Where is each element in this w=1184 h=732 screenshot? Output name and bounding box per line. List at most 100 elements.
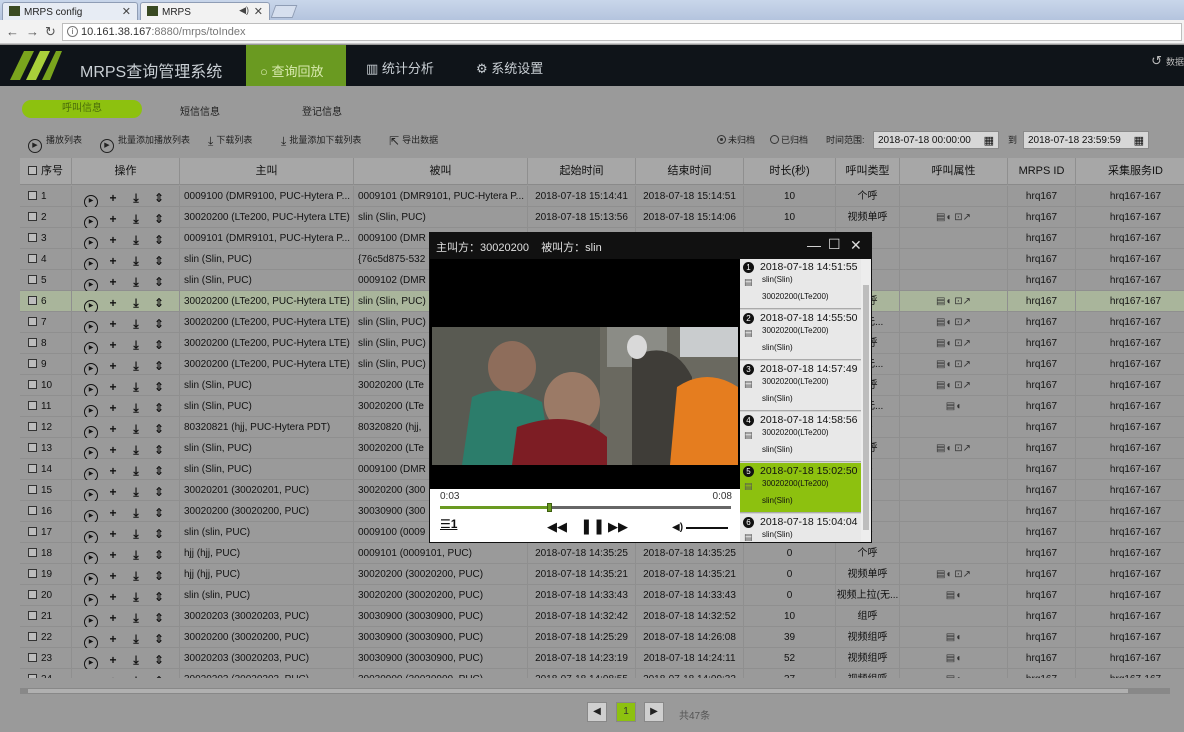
add-icon[interactable]: +	[105, 464, 121, 478]
play-icon[interactable]: ▶	[84, 636, 98, 648]
download-icon[interactable]: ⤓	[128, 380, 144, 394]
menu-settings[interactable]: ⚙ 系统设置	[476, 58, 543, 77]
calendar-icon[interactable]: ▦	[1134, 134, 1144, 147]
prev-page-button[interactable]: ◀	[587, 702, 607, 722]
expand-icon[interactable]: ⇕	[151, 632, 167, 646]
play-icon[interactable]: ▶	[84, 594, 98, 606]
play-icon[interactable]: ▶	[84, 321, 98, 333]
download-icon[interactable]: ⤓	[128, 527, 144, 541]
expand-icon[interactable]: ⇕	[151, 443, 167, 457]
row-checkbox[interactable]	[28, 674, 37, 678]
row-checkbox[interactable]	[28, 527, 37, 536]
expand-icon[interactable]: ⇕	[151, 191, 167, 205]
volume-icon[interactable]: ◀)	[672, 522, 683, 533]
maximize-icon[interactable]: ☐	[828, 236, 841, 253]
row-checkbox[interactable]	[28, 296, 37, 305]
table-row[interactable]: 18 ▶ + ⤓ ⇕ hjj (hjj, PUC) 0009101 (0009101, PU…	[20, 543, 1184, 564]
play-icon[interactable]: ▶	[84, 237, 98, 249]
fast-forward-icon[interactable]: ▶▶	[608, 519, 628, 535]
table-row[interactable]: 2 ▶ + ⤓ ⇕ 30020200 (LTe200, PUC-Hytera LTE) sl…	[20, 207, 1184, 228]
data-sync-button[interactable]: ↺ 数据	[1151, 53, 1184, 69]
play-icon[interactable]: ▶	[84, 342, 98, 354]
download-icon[interactable]: ⤓	[128, 569, 144, 583]
add-icon[interactable]: +	[105, 191, 121, 205]
download-icon[interactable]: ⤓	[128, 653, 144, 667]
play-icon[interactable]: ▶	[84, 258, 98, 270]
expand-icon[interactable]: ⇕	[151, 590, 167, 604]
table-row[interactable]: 19 ▶ + ⤓ ⇕ hjj (hjj, PUC) 30020200 (30020200, …	[20, 564, 1184, 585]
play-icon[interactable]: ▶	[84, 384, 98, 396]
column-header[interactable]: 呼叫属性	[900, 158, 1008, 185]
expand-icon[interactable]: ⇕	[151, 485, 167, 499]
row-checkbox[interactable]	[28, 275, 37, 284]
url-input[interactable]: i 10.161.38.167:8880/mrps/toIndex	[62, 23, 1182, 41]
radio-unarchived[interactable]: 未归档	[717, 133, 755, 146]
info-icon[interactable]: i	[67, 26, 78, 37]
table-row[interactable]: 20 ▶ + ⤓ ⇕ slin (slin, PUC) 30020200 (30020200…	[20, 585, 1184, 606]
add-icon[interactable]: +	[105, 359, 121, 373]
row-checkbox[interactable]	[28, 380, 37, 389]
download-icon[interactable]: ⤓	[128, 317, 144, 331]
add-icon[interactable]: +	[105, 212, 121, 226]
row-checkbox[interactable]	[28, 569, 37, 578]
row-checkbox[interactable]	[28, 401, 37, 410]
close-icon[interactable]: ✕	[850, 237, 862, 254]
page-button[interactable]: 1	[616, 702, 636, 722]
play-icon[interactable]: ▶	[84, 510, 98, 522]
column-header[interactable]: 被叫	[354, 158, 528, 185]
rewind-icon[interactable]: ◀◀	[547, 519, 567, 535]
download-icon[interactable]: ⤓	[128, 485, 144, 499]
browser-tab-mrps-config[interactable]: MRPS config ✕	[2, 2, 138, 20]
download-icon[interactable]: ⤓	[128, 611, 144, 625]
add-icon[interactable]: +	[105, 296, 121, 310]
row-checkbox[interactable]	[28, 422, 37, 431]
play-icon[interactable]: ▶	[84, 363, 98, 375]
subtab-registration-info[interactable]: 登记信息	[302, 103, 342, 118]
row-checkbox[interactable]	[28, 191, 37, 200]
row-checkbox[interactable]	[28, 359, 37, 368]
add-icon[interactable]: +	[105, 275, 121, 289]
table-row[interactable]: 1 ▶ + ⤓ ⇕ 0009100 (DMR9100, PUC-Hytera P... 00…	[20, 186, 1184, 207]
row-checkbox[interactable]	[28, 464, 37, 473]
expand-icon[interactable]: ⇕	[151, 548, 167, 562]
download-icon[interactable]: ⤓	[128, 401, 144, 415]
download-icon[interactable]: ⤓	[128, 296, 144, 310]
column-header[interactable]: 时长(秒)	[744, 158, 836, 185]
expand-icon[interactable]: ⇕	[151, 674, 167, 678]
forward-icon[interactable]: →	[26, 24, 39, 39]
expand-icon[interactable]: ⇕	[151, 275, 167, 289]
expand-icon[interactable]: ⇕	[151, 296, 167, 310]
playlist-item[interactable]: 6 2018-07-18 15:04:04 ▤ slin(Slin)	[740, 514, 861, 542]
speaker-icon[interactable]: ◀)	[239, 5, 249, 16]
download-icon[interactable]: ⤓	[128, 338, 144, 352]
download-icon[interactable]: ⤓	[128, 359, 144, 373]
new-tab-button[interactable]	[270, 5, 298, 18]
column-header[interactable]: 结束时间	[636, 158, 744, 185]
back-icon[interactable]: ←	[6, 24, 19, 39]
add-icon[interactable]: +	[105, 527, 121, 541]
row-checkbox[interactable]	[28, 632, 37, 641]
download-icon[interactable]: ⤓	[128, 254, 144, 268]
add-icon[interactable]: +	[105, 422, 121, 436]
download-icon[interactable]: ⤓	[128, 422, 144, 436]
add-icon[interactable]: +	[105, 338, 121, 352]
table-row[interactable]: 23 ▶ + ⤓ ⇕ 30020203 (30020203, PUC) 30030900 (…	[20, 648, 1184, 669]
play-icon[interactable]: ▶	[84, 195, 98, 207]
expand-icon[interactable]: ⇕	[151, 254, 167, 268]
next-page-button[interactable]: ▶	[644, 702, 664, 722]
add-icon[interactable]: +	[105, 485, 121, 499]
download-icon[interactable]: ⤓	[128, 233, 144, 247]
play-icon[interactable]: ▶	[84, 531, 98, 543]
column-header[interactable]: 起始时间	[528, 158, 636, 185]
play-icon[interactable]: ▶	[84, 489, 98, 501]
play-icon[interactable]: ▶	[84, 468, 98, 480]
play-icon[interactable]: ▶	[84, 657, 98, 669]
horizontal-scrollbar[interactable]	[20, 688, 1170, 694]
menu-query-playback[interactable]: ○ 查询回放	[246, 45, 346, 86]
add-icon[interactable]: +	[105, 380, 121, 394]
play-list-button[interactable]: ▶播放列表	[28, 133, 82, 153]
play-icon[interactable]: ▶	[84, 447, 98, 459]
playlist-item[interactable]: 5 2018-07-18 15:02:50 ▤ 30020200(LTe200) sli…	[740, 463, 861, 513]
table-row[interactable]: 24▶+⤓⇕30020203 (30020203, PUC)30030900 (…	[20, 669, 1184, 678]
progress-bar[interactable]	[440, 503, 731, 512]
